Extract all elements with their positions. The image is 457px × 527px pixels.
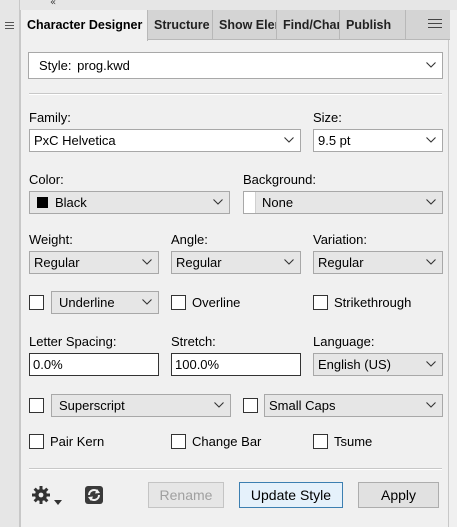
- angle-value: Regular: [176, 255, 222, 270]
- chevron-down-icon: [426, 130, 436, 151]
- chevron-down-icon: [214, 395, 224, 416]
- underline-select[interactable]: Underline: [51, 291, 159, 314]
- weight-label: Weight:: [29, 232, 73, 247]
- strikethrough-label[interactable]: Strikethrough: [334, 295, 411, 310]
- chevron-down-icon: [426, 395, 436, 416]
- size-value: 9.5 pt: [318, 133, 351, 148]
- style-value: prog.kwd: [77, 58, 130, 73]
- language-value: English (US): [318, 357, 391, 372]
- underline-value: Underline: [59, 295, 115, 310]
- chevron-down-icon: [142, 252, 152, 273]
- tab-find-change[interactable]: Find/Change: [277, 10, 340, 40]
- variation-select[interactable]: Regular: [313, 251, 443, 274]
- background-select[interactable]: None: [243, 191, 443, 214]
- style-label: Style:: [39, 58, 72, 73]
- letter-spacing-input[interactable]: 0.0%: [29, 353, 159, 376]
- variation-label: Variation:: [313, 232, 367, 247]
- tab-structure[interactable]: Structure: [148, 10, 213, 40]
- superscript-checkbox[interactable]: [29, 398, 44, 413]
- small-caps-select[interactable]: Small Caps: [264, 394, 443, 417]
- dropdown-arrow-icon: [54, 493, 62, 508]
- language-label: Language:: [313, 334, 375, 349]
- color-value: Black: [55, 195, 87, 210]
- family-value: PxC Helvetica: [34, 133, 116, 148]
- color-label: Color:: [29, 172, 64, 187]
- rename-button[interactable]: Rename: [148, 482, 224, 508]
- chevron-down-icon: [284, 252, 294, 273]
- angle-select[interactable]: Regular: [171, 251, 301, 274]
- dock-top-strip: «: [20, 0, 457, 10]
- small-caps-checkbox[interactable]: [243, 398, 258, 413]
- refresh-icon: [84, 485, 104, 508]
- background-label: Background:: [243, 172, 316, 187]
- stretch-input[interactable]: 100.0%: [171, 353, 301, 376]
- family-select[interactable]: PxC Helvetica: [29, 129, 301, 152]
- hamburger-menu-icon[interactable]: [428, 19, 442, 31]
- footer-divider-highlight: [29, 469, 442, 470]
- stretch-label: Stretch:: [171, 334, 216, 349]
- pair-kern-checkbox[interactable]: [29, 434, 44, 449]
- dock-strip: [0, 0, 20, 527]
- size-select[interactable]: 9.5 pt: [313, 129, 443, 152]
- strikethrough-checkbox[interactable]: [313, 295, 328, 310]
- letter-spacing-label: Letter Spacing:: [29, 334, 117, 349]
- weight-value: Regular: [34, 255, 80, 270]
- chevron-down-icon: [426, 55, 436, 76]
- variation-value: Regular: [318, 255, 364, 270]
- tab-character-designer[interactable]: Character Designer: [21, 10, 148, 41]
- change-bar-checkbox[interactable]: [171, 434, 186, 449]
- refresh-button[interactable]: [83, 482, 107, 508]
- small-caps-value: Small Caps: [269, 398, 336, 413]
- tsume-checkbox[interactable]: [313, 434, 328, 449]
- collapse-icon[interactable]: «: [50, 0, 56, 8]
- update-style-button[interactable]: Update Style: [239, 482, 343, 508]
- chevron-down-icon: [426, 192, 436, 213]
- background-value: None: [262, 195, 294, 210]
- dock-grip-icon[interactable]: [5, 22, 14, 31]
- language-select[interactable]: English (US): [313, 353, 443, 376]
- change-bar-label[interactable]: Change Bar: [192, 434, 261, 449]
- overline-label[interactable]: Overline: [192, 295, 240, 310]
- apply-button[interactable]: Apply: [358, 482, 439, 508]
- gear-icon: [31, 485, 51, 508]
- color-select[interactable]: Black: [29, 191, 230, 214]
- superscript-value: Superscript: [59, 398, 125, 413]
- settings-menu-button[interactable]: [29, 482, 73, 508]
- angle-label: Angle:: [171, 232, 208, 247]
- family-label: Family:: [29, 110, 71, 125]
- chevron-down-icon: [426, 354, 436, 375]
- pair-kern-label[interactable]: Pair Kern: [50, 434, 104, 449]
- overline-checkbox[interactable]: [171, 295, 186, 310]
- tsume-label[interactable]: Tsume: [334, 434, 372, 449]
- chevron-down-icon: [213, 192, 223, 213]
- tab-show-elements[interactable]: Show Elements: [213, 10, 277, 40]
- superscript-select[interactable]: Superscript: [51, 394, 231, 417]
- tab-publish[interactable]: Publish: [340, 10, 406, 40]
- color-swatch: [37, 197, 48, 208]
- style-select[interactable]: Style: prog.kwd: [28, 52, 443, 79]
- underline-checkbox[interactable]: [29, 295, 44, 310]
- section-divider-highlight: [29, 94, 442, 95]
- weight-select[interactable]: Regular: [29, 251, 159, 274]
- chevron-down-icon: [284, 130, 294, 151]
- chevron-down-icon: [426, 252, 436, 273]
- character-designer-panel: Character Designer Structure Show Elemen…: [20, 10, 450, 527]
- panel-tab-bar: Character Designer Structure Show Elemen…: [21, 10, 450, 41]
- chevron-down-icon: [142, 292, 152, 313]
- size-label: Size:: [313, 110, 342, 125]
- background-swatch: [244, 192, 256, 213]
